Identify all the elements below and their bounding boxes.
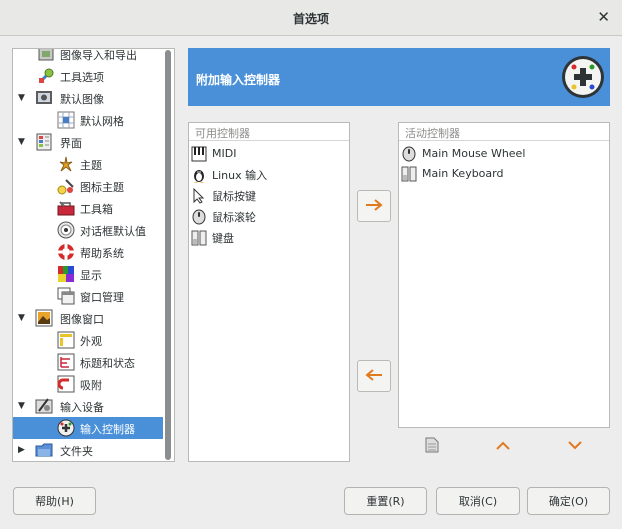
input-controller-gamepad-icon <box>560 54 606 100</box>
tree-item-interface[interactable]: ▼ 界面 <box>13 131 163 153</box>
available-item-keyboard[interactable]: 键盘 <box>191 227 234 248</box>
title-bar: 首选项 ✕ <box>0 0 622 36</box>
arrow-right-icon <box>365 198 383 215</box>
tree-item-default-grid[interactable]: 默认网格 <box>13 109 163 131</box>
tree-scrollbar[interactable] <box>163 50 171 460</box>
tree-item-appearance[interactable]: 外观 <box>13 329 163 351</box>
ok-button[interactable]: 确定(O) <box>527 487 610 515</box>
image-import-export-icon <box>37 49 55 63</box>
active-item-main-keyboard[interactable]: Main Keyboard <box>401 163 503 184</box>
chevron-up-icon <box>495 440 511 453</box>
expander-right-icon[interactable]: ▶ <box>18 445 28 455</box>
active-controllers-list: 活动控制器 Main Mouse Wheel Main Keyboard <box>398 122 610 428</box>
active-item-main-mouse-wheel[interactable]: Main Mouse Wheel <box>401 143 525 164</box>
page-header: 附加输入控制器 <box>188 48 610 106</box>
keyboard-icon <box>401 166 417 182</box>
appearance-icon <box>57 331 75 349</box>
tree-item-icon-theme[interactable]: 图标主题 <box>13 175 163 197</box>
tree-item-toolbox[interactable]: 工具箱 <box>13 197 163 219</box>
default-grid-icon <box>57 111 75 129</box>
image-window-icon <box>35 309 53 327</box>
title-status-icon <box>57 353 75 371</box>
tree-item-title-status[interactable]: 标题和状态 <box>13 351 163 373</box>
expander-down-icon[interactable]: ▼ <box>18 93 28 103</box>
tree-item-default-image[interactable]: ▼ 默认图像 <box>13 87 163 109</box>
tree-item-image-window[interactable]: ▼ 图像窗口 <box>13 307 163 329</box>
expander-down-icon[interactable]: ▼ <box>18 137 28 147</box>
tree-item-input-controllers[interactable]: 输入控制器 <box>13 417 163 439</box>
available-item-linux-input[interactable]: Linux 输入 <box>191 164 267 185</box>
preferences-tree: 图像导入和导出 工具选项 ▼ 默认图像 默认网格 ▼ 界面 主题 图标主题 工具… <box>12 48 175 462</box>
tree-scrollbar-thumb[interactable] <box>165 50 171 460</box>
input-devices-icon <box>35 397 53 415</box>
mouse-wheel-icon <box>401 146 417 162</box>
tree-item-display[interactable]: 显示 <box>13 263 163 285</box>
help-button[interactable]: 帮助(H) <box>13 487 96 515</box>
linux-tux-icon <box>191 167 207 183</box>
available-item-mouse-wheel[interactable]: 鼠标滚轮 <box>191 206 256 227</box>
add-controller-button[interactable] <box>357 190 391 222</box>
document-edit-icon <box>425 437 439 456</box>
tree-item-input-devices[interactable]: ▼ 输入设备 <box>13 395 163 417</box>
move-up-button[interactable] <box>493 436 513 456</box>
display-icon <box>57 265 75 283</box>
window-management-icon <box>57 287 75 305</box>
tree-item-folders[interactable]: ▶ 文件夹 <box>13 439 163 461</box>
tree-item-snap[interactable]: 吸附 <box>13 373 163 395</box>
expander-down-icon[interactable]: ▼ <box>18 313 28 323</box>
tree-item-dialog-defaults[interactable]: 对话框默认值 <box>13 219 163 241</box>
icon-theme-icon <box>57 177 75 195</box>
reset-button[interactable]: 重置(R) <box>344 487 427 515</box>
move-down-button[interactable] <box>565 436 585 456</box>
available-item-mouse-buttons[interactable]: 鼠标按键 <box>191 185 256 206</box>
theme-icon <box>57 155 75 173</box>
dialog-defaults-icon <box>57 221 75 239</box>
chevron-down-icon <box>567 440 583 453</box>
edit-controller-button[interactable] <box>422 436 442 456</box>
interface-icon <box>35 133 53 151</box>
remove-controller-button[interactable] <box>357 360 391 392</box>
mouse-pointer-icon <box>191 187 207 204</box>
window-title: 首选项 <box>292 12 329 26</box>
midi-keyboard-icon <box>191 146 207 162</box>
page-title: 附加输入控制器 <box>196 73 281 87</box>
toolbox-icon <box>57 199 75 217</box>
tree-item-theme[interactable]: 主题 <box>13 153 163 175</box>
expander-down-icon[interactable]: ▼ <box>18 401 28 411</box>
available-controllers-heading: 可用控制器 <box>189 123 349 141</box>
input-controllers-icon <box>57 419 75 437</box>
active-controllers-heading: 活动控制器 <box>399 123 609 141</box>
default-image-icon <box>35 89 53 107</box>
tree-item-image-import-export[interactable]: 图像导入和导出 <box>13 49 163 65</box>
snap-icon <box>57 375 75 393</box>
close-icon[interactable]: ✕ <box>597 8 610 26</box>
available-controllers-list: 可用控制器 MIDI Linux 输入 鼠标按键 鼠标滚轮 键盘 <box>188 122 350 462</box>
keyboard-icon <box>191 230 207 246</box>
mouse-wheel-icon <box>191 209 207 225</box>
available-item-midi[interactable]: MIDI <box>191 143 236 164</box>
cancel-button[interactable]: 取消(C) <box>436 487 520 515</box>
tree-item-help-system[interactable]: 帮助系统 <box>13 241 163 263</box>
help-system-icon <box>57 243 75 261</box>
arrow-left-icon <box>365 368 383 385</box>
tool-options-icon <box>37 67 55 85</box>
tree-item-window-management[interactable]: 窗口管理 <box>13 285 163 307</box>
folders-icon <box>35 441 53 459</box>
tree-item-tool-options[interactable]: 工具选项 <box>13 65 163 87</box>
